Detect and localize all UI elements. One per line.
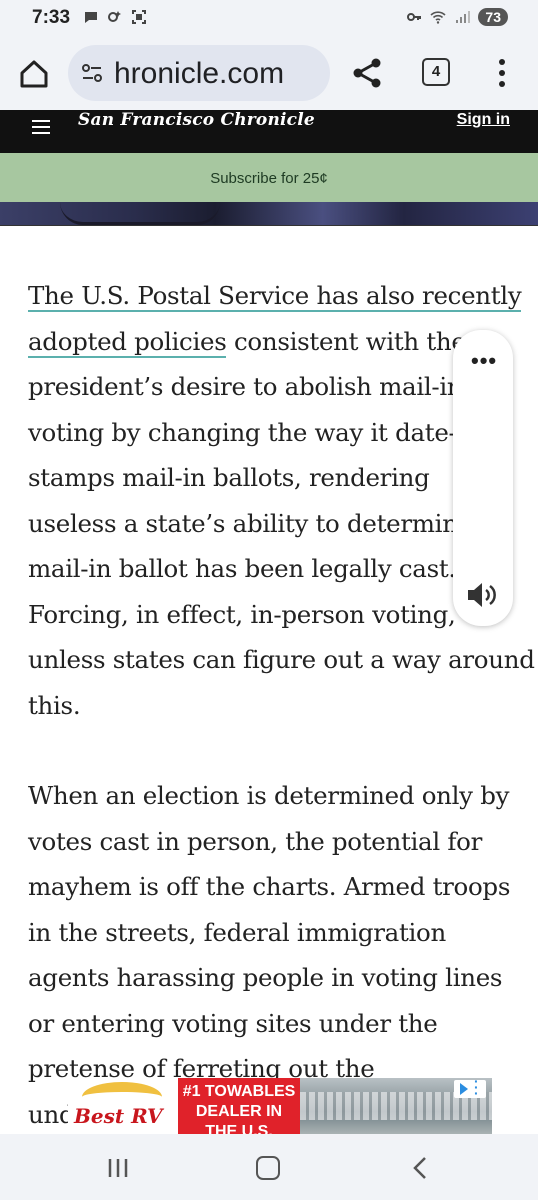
text-line: consistent with the [226,326,466,356]
ad-brand-text: Best RV [74,1104,163,1128]
ad-headline-line: #1 TOWABLES [182,1083,296,1100]
signal-icon [456,11,471,23]
site-header: San Francisco Chronicle Sign in [0,110,538,153]
text-line: in the streets, federal immigration [28,917,446,947]
ad-headline-line: DEALER IN [195,1103,283,1120]
subscribe-text[interactable]: Subscribe for 25¢ [210,170,328,187]
battery-indicator: 73 [478,8,508,26]
text-line: mail-in ballot has been legally cast. [28,554,456,583]
text-line: president’s desire to abolish mail-in [28,372,463,401]
text-line: voting by changing the way it date- [28,417,457,447]
more-vert-icon[interactable] [492,56,512,90]
article-link[interactable]: adopted policies [28,326,227,358]
assistant-icon [108,11,121,22]
url-bar[interactable]: hronicle.com [68,45,330,101]
chat-icon [85,12,97,23]
hamburger-menu-icon[interactable] [32,120,50,134]
browser-toolbar: hronicle.com 4 [0,38,538,110]
clock: 7:33 [32,7,71,28]
ad-headline[interactable]: #1 TOWABLES DEALER IN THE U.S. [178,1078,300,1134]
ad-banner[interactable]: Best RV #1 TOWABLES DEALER IN THE U.S. ·… [68,1078,492,1134]
ad-headline-line: THE U.S. [205,1123,273,1134]
share-icon[interactable] [350,56,384,90]
ad-photo[interactable]: · · · [300,1078,492,1134]
text-line: When an election is determined only by [28,781,510,810]
article-body: The U.S. Postal Service has also recentl… [28,273,535,1137]
text-line: stamps mail-in ballots, rendering [28,463,430,492]
back-icon[interactable] [410,1156,430,1180]
text-line: or entering voting sites under the [28,1008,438,1038]
read-aloud-widget[interactable]: ••• [453,330,513,626]
status-bar: 7:33 73 [0,0,538,38]
text-line: useless a state’s ability to determine [28,508,472,538]
article-link[interactable]: The U.S. Postal Service has also recentl… [28,281,522,312]
tune-icon[interactable] [80,61,104,85]
text-line: unless states can figure out a way aroun… [28,645,535,674]
url-text[interactable]: hronicle.com [114,57,284,91]
text-line: mayhem is off the charts. Armed troops [28,872,511,901]
more-horiz-icon[interactable]: ••• [471,348,497,374]
screenshot-icon [132,10,146,24]
navigation-bar [0,1134,538,1200]
text-line: this. [28,690,81,720]
home-nav-icon[interactable] [256,1156,280,1180]
text-line: agents harassing people in voting lines [28,963,503,992]
tab-switcher-button[interactable]: 4 [422,58,450,86]
speaker-icon[interactable] [465,580,499,610]
vpn-key-icon [407,13,422,21]
system-icons: 73 [406,8,508,26]
divider [0,225,538,226]
site-logo[interactable]: San Francisco Chronicle [78,110,315,130]
notification-icons [83,9,147,25]
hero-image [0,202,538,225]
ad-brand-logo[interactable]: Best RV [68,1078,176,1134]
text-line: votes cast in person, the potential for [28,826,483,856]
sign-in-link[interactable]: Sign in [457,111,510,129]
recents-icon[interactable] [106,1158,130,1178]
paragraph: The U.S. Postal Service has also recentl… [28,273,535,728]
subscribe-banner[interactable]: Subscribe for 25¢ [0,153,538,202]
home-icon[interactable] [16,56,52,92]
wifi-icon [430,11,446,24]
text-line: Forcing, in effect, in-person voting, [28,599,456,629]
ad-choices-icon[interactable]: · · · [454,1078,486,1100]
